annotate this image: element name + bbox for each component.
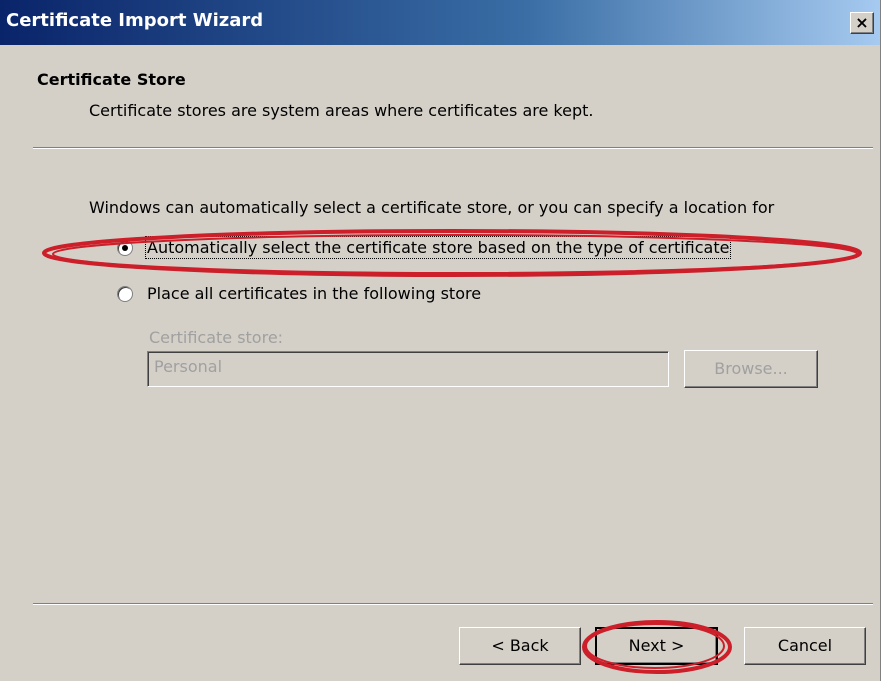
header-divider bbox=[33, 147, 873, 149]
option-automatic-store[interactable]: Automatically select the certificate sto… bbox=[117, 236, 732, 259]
certificate-store-label: Certificate store: bbox=[149, 328, 284, 347]
certificate-store-field: Personal bbox=[147, 351, 669, 387]
radio-specific-store[interactable] bbox=[117, 285, 133, 302]
window-title: Certificate Import Wizard bbox=[6, 10, 264, 31]
page-description: Certificate stores are system areas wher… bbox=[89, 101, 594, 120]
next-button[interactable]: Next > bbox=[595, 627, 718, 665]
footer-divider bbox=[33, 603, 873, 605]
intro-text: Windows can automatically select a certi… bbox=[89, 198, 775, 217]
radio-automatic-selected[interactable] bbox=[117, 239, 133, 256]
wizard-header-panel bbox=[11, 45, 880, 147]
cancel-button[interactable]: Cancel bbox=[744, 627, 866, 665]
close-button[interactable]: × bbox=[850, 12, 874, 34]
option-automatic-label[interactable]: Automatically select the certificate sto… bbox=[144, 236, 732, 259]
option-specific-store[interactable]: Place all certificates in the following … bbox=[117, 284, 481, 303]
option-specific-label[interactable]: Place all certificates in the following … bbox=[147, 284, 481, 303]
radio-dot bbox=[122, 244, 128, 251]
browse-button: Browse... bbox=[684, 350, 818, 388]
page-heading: Certificate Store bbox=[37, 70, 186, 89]
certificate-import-wizard-window: Certificate Import Wizard × Certificate … bbox=[0, 0, 881, 681]
title-bar: Certificate Import Wizard × bbox=[0, 0, 880, 45]
back-button[interactable]: < Back bbox=[459, 627, 581, 665]
